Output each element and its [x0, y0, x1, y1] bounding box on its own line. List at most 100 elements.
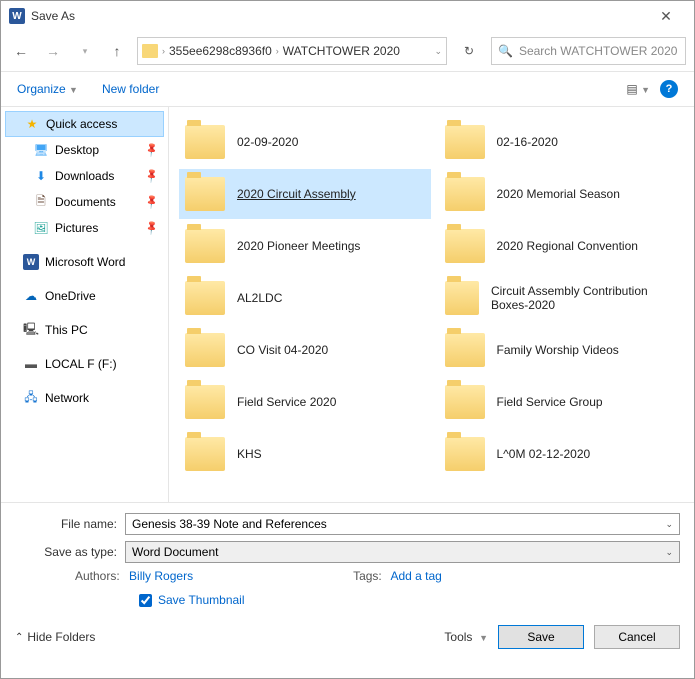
folder-icon	[185, 437, 225, 471]
folder-icon	[445, 385, 485, 419]
folder-icon	[445, 281, 479, 315]
chevron-icon: ›	[276, 46, 279, 56]
authors-value[interactable]: Billy Rogers	[129, 569, 193, 583]
desktop-icon: 🖥	[33, 142, 49, 158]
folder-name: Field Service 2020	[237, 395, 336, 409]
folder-icon	[142, 44, 158, 58]
folder-item[interactable]: 2020 Regional Convention	[439, 221, 691, 271]
folder-item[interactable]: KHS	[179, 429, 431, 479]
forward-button[interactable]: →	[41, 39, 65, 63]
folder-icon	[185, 125, 225, 159]
close-button[interactable]: ✕	[646, 8, 686, 25]
word-app-icon: W	[9, 8, 25, 24]
sidebar-this-pc[interactable]: 🖳 This PC	[1, 317, 168, 343]
dropdown-icon[interactable]: ⌄	[665, 519, 673, 530]
pc-icon: 🖳	[23, 322, 39, 338]
sidebar-pictures[interactable]: 🖼 Pictures 📌	[1, 215, 168, 241]
navigation-pane: ★ Quick access 🖥 Desktop 📌 ⬇ Downloads 📌…	[1, 107, 169, 502]
savetype-select[interactable]: Word Document ⌄	[125, 541, 680, 563]
sidebar-quick-access[interactable]: ★ Quick access	[5, 111, 164, 137]
title-bar: W Save As ✕	[1, 1, 694, 31]
breadcrumb-seg1[interactable]: 355ee6298c8936f0	[169, 44, 272, 58]
folder-icon	[445, 333, 485, 367]
dropdown-icon[interactable]: ⌄	[665, 547, 673, 558]
pin-icon: 📌	[143, 142, 160, 158]
breadcrumb-seg2[interactable]: WATCHTOWER 2020	[283, 44, 400, 58]
search-icon: 🔍	[498, 44, 513, 58]
filename-label: File name:	[15, 517, 125, 531]
search-input[interactable]: 🔍 Search WATCHTOWER 2020	[491, 37, 686, 65]
folder-item[interactable]: 2020 Memorial Season	[439, 169, 691, 219]
sidebar-onedrive[interactable]: ☁ OneDrive	[1, 283, 168, 309]
organize-menu[interactable]: Organize ▼	[17, 82, 78, 96]
folder-icon	[445, 125, 485, 159]
folder-name: Circuit Assembly Contribution Boxes-2020	[491, 284, 684, 313]
star-icon: ★	[24, 116, 40, 132]
savetype-label: Save as type:	[15, 545, 125, 559]
sidebar-network[interactable]: 🖧 Network	[1, 385, 168, 411]
folder-item[interactable]: 02-16-2020	[439, 117, 691, 167]
new-folder-button[interactable]: New folder	[102, 82, 159, 96]
folder-item[interactable]: AL2LDC	[179, 273, 431, 323]
save-button[interactable]: Save	[498, 625, 584, 649]
drive-icon: ▬	[23, 356, 39, 372]
tags-value[interactable]: Add a tag	[390, 569, 441, 583]
authors-label: Authors:	[75, 569, 120, 583]
folder-name: L^0M 02-12-2020	[497, 447, 591, 461]
folder-item[interactable]: CO Visit 04-2020	[179, 325, 431, 375]
sidebar-desktop[interactable]: 🖥 Desktop 📌	[1, 137, 168, 163]
folder-icon	[445, 229, 485, 263]
sidebar-word[interactable]: W Microsoft Word	[1, 249, 168, 275]
hide-folders-button[interactable]: ⌃ Hide Folders	[15, 630, 95, 644]
folder-name: KHS	[237, 447, 262, 461]
folder-content[interactable]: 02-09-2020 02-16-2020 2020 Circuit Assembl…	[169, 107, 694, 502]
sidebar-documents[interactable]: 🗎 Documents 📌	[1, 189, 168, 215]
toolbar: Organize ▼ New folder ▤ ▼ ?	[1, 71, 694, 107]
folder-item[interactable]: 2020 Pioneer Meetings	[179, 221, 431, 271]
help-button[interactable]: ?	[660, 80, 678, 98]
view-options-button[interactable]: ▤ ▼	[626, 82, 650, 96]
folder-item[interactable]: Family Worship Videos	[439, 325, 691, 375]
folder-name: 02-16-2020	[497, 135, 558, 149]
folder-name: AL2LDC	[237, 291, 282, 305]
folder-item[interactable]: Circuit Assembly Contribution Boxes-2020	[439, 273, 691, 323]
up-button[interactable]: ↑	[105, 39, 129, 63]
network-icon: 🖧	[23, 390, 39, 406]
address-bar[interactable]: › 355ee6298c8936f0 › WATCHTOWER 2020 ⌄	[137, 37, 447, 65]
folder-item[interactable]: 2020 Circuit Assembly	[179, 169, 431, 219]
pin-icon: 📌	[143, 220, 160, 236]
address-dropdown-icon[interactable]: ⌄	[434, 46, 442, 57]
folder-item[interactable]: Field Service 2020	[179, 377, 431, 427]
folder-name: 2020 Regional Convention	[497, 239, 638, 253]
tools-menu[interactable]: Tools ▼	[444, 630, 488, 644]
folder-icon	[445, 437, 485, 471]
save-thumbnail-checkbox[interactable]	[139, 594, 152, 607]
folder-icon	[185, 229, 225, 263]
window-title: Save As	[31, 9, 75, 23]
folder-icon	[185, 177, 225, 211]
folder-item[interactable]: Field Service Group	[439, 377, 691, 427]
explorer-body: ★ Quick access 🖥 Desktop 📌 ⬇ Downloads 📌…	[1, 107, 694, 502]
folder-name: Family Worship Videos	[497, 343, 619, 357]
filename-input[interactable]: Genesis 38-39 Note and References ⌄	[125, 513, 680, 535]
folder-name: 2020 Circuit Assembly	[237, 187, 356, 201]
folder-name: 2020 Memorial Season	[497, 187, 620, 201]
folder-item[interactable]: L^0M 02-12-2020	[439, 429, 691, 479]
word-icon: W	[23, 254, 39, 270]
folder-name: 2020 Pioneer Meetings	[237, 239, 360, 253]
back-button[interactable]: ←	[9, 39, 33, 63]
download-icon: ⬇	[33, 168, 49, 184]
folder-icon	[185, 385, 225, 419]
cancel-button[interactable]: Cancel	[594, 625, 680, 649]
folder-icon	[185, 281, 225, 315]
sidebar-local-f[interactable]: ▬ LOCAL F (F:)	[1, 351, 168, 377]
folder-item[interactable]: 02-09-2020	[179, 117, 431, 167]
folder-name: Field Service Group	[497, 395, 603, 409]
sidebar-downloads[interactable]: ⬇ Downloads 📌	[1, 163, 168, 189]
recent-dropdown[interactable]: ▾	[73, 39, 97, 63]
search-placeholder: Search WATCHTOWER 2020	[519, 44, 677, 58]
pin-icon: 📌	[143, 168, 160, 184]
folder-name: 02-09-2020	[237, 135, 298, 149]
refresh-button[interactable]: ↻	[455, 37, 483, 65]
chevron-icon: ›	[162, 46, 165, 56]
